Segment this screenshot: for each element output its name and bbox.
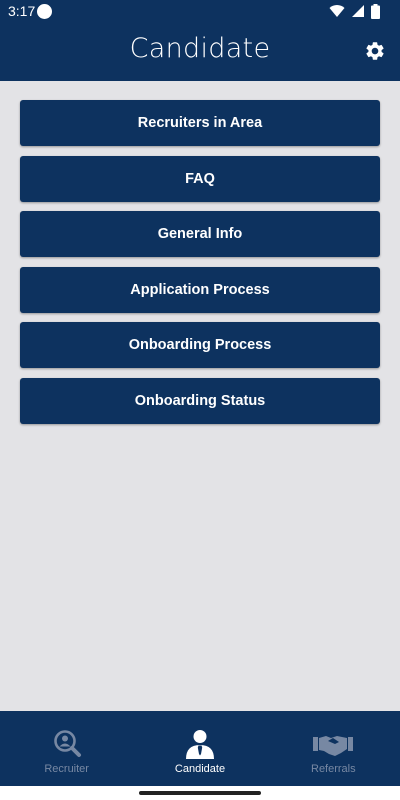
status-icons bbox=[329, 3, 380, 19]
candidate-menu: Recruiters in Area FAQ General Info Appl… bbox=[20, 100, 380, 433]
bottom-nav: Recruiter Candidate Referrals bbox=[0, 711, 400, 786]
handshake-icon bbox=[313, 736, 354, 756]
recruiters-in-area-button[interactable]: Recruiters in Area bbox=[20, 100, 380, 146]
status-time: 3:17 bbox=[8, 3, 36, 19]
signal-icon bbox=[352, 5, 364, 17]
tab-recruiter-label: Recruiter bbox=[44, 763, 89, 775]
gesture-bar bbox=[0, 786, 400, 800]
gear-icon bbox=[366, 42, 384, 60]
tab-referrals[interactable]: Referrals bbox=[267, 711, 400, 786]
onboarding-process-button[interactable]: Onboarding Process bbox=[20, 322, 380, 368]
general-info-button[interactable]: General Info bbox=[20, 211, 380, 257]
tab-candidate-label: Candidate bbox=[174, 763, 226, 775]
home-indicator[interactable] bbox=[139, 791, 261, 795]
status-bar: 3:17 bbox=[0, 0, 400, 24]
onboarding-status-button[interactable]: Onboarding Status bbox=[20, 377, 380, 424]
page-title: Candidate bbox=[129, 33, 271, 64]
notification-dot-icon bbox=[37, 4, 52, 19]
application-process-button[interactable]: Application Process bbox=[20, 266, 380, 313]
faq-button[interactable]: FAQ bbox=[20, 155, 380, 202]
header: 3:17 Candidate bbox=[0, 0, 400, 81]
magnifier-person-icon bbox=[53, 730, 81, 757]
battery-icon bbox=[371, 3, 380, 19]
wifi-icon bbox=[329, 5, 345, 18]
person-tie-icon bbox=[185, 730, 214, 759]
tab-candidate[interactable]: Candidate bbox=[133, 711, 266, 786]
tab-referrals-label: Referrals bbox=[311, 763, 356, 775]
tab-recruiter[interactable]: Recruiter bbox=[0, 711, 133, 786]
settings-button[interactable] bbox=[364, 40, 386, 62]
